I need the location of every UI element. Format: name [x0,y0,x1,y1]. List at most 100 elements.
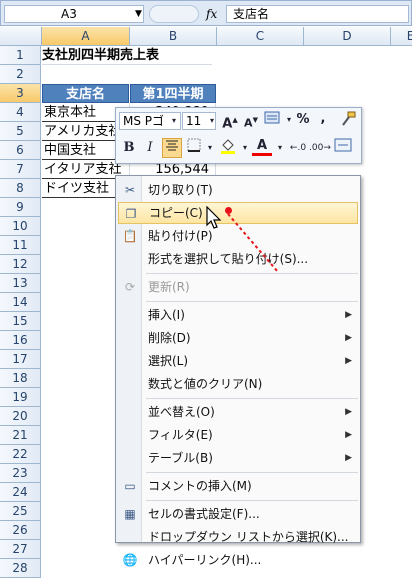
hyperlink-icon: 🌐 [122,553,138,567]
sheet-title-cell[interactable]: 支社別四半期売上表 [42,46,212,65]
submenu-arrow-icon: ▶ [345,430,352,440]
chevron-down-icon[interactable]: ▼ [135,5,145,23]
column-header-c[interactable]: C [217,27,304,46]
bold-icon[interactable]: B [119,138,139,158]
row-header-8[interactable]: 8 [0,179,41,198]
row-header-23[interactable]: 23 [0,464,41,483]
row-header-10[interactable]: 10 [0,217,41,236]
chevron-down-icon[interactable]: ▾ [202,111,222,131]
menu-item-13[interactable]: フィルタ(E) ▶ [118,424,358,446]
row-header-12[interactable]: 12 [0,255,41,274]
row-header-24[interactable]: 24 [0,483,41,502]
row-header-3[interactable]: 3 [0,84,41,103]
select-all-corner[interactable] [0,27,42,46]
menu-separator [146,398,358,399]
refresh-icon: ⟳ [124,280,136,294]
row-header-1[interactable]: 1 [0,46,41,65]
percent-icon[interactable]: % [293,110,313,130]
row-header-5[interactable]: 5 [0,122,41,141]
row-header-14[interactable]: 14 [0,293,41,312]
menu-item-9[interactable]: 選択(L) ▶ [118,350,358,372]
menu-item-20[interactable]: 🌐 ハイパーリンク(H)... [118,549,358,571]
row-header-11[interactable]: 11 [0,236,41,255]
menu-item-label: ドロップダウン リストから選択(K)... [148,530,349,544]
font-size-value: 11 [186,114,202,128]
annotation-arrow [227,213,279,273]
column-header-a[interactable]: A [42,27,130,46]
menu-item-16[interactable]: ▭ コメントの挿入(M) [118,475,358,497]
menu-separator [146,472,358,473]
formula-input[interactable]: 支店名 [226,5,409,23]
menu-item-19[interactable]: ドロップダウン リストから選択(K)... [118,526,358,548]
menu-item-7[interactable]: 挿入(I) ▶ [118,304,358,326]
shrink-font-icon[interactable]: A▼ [241,110,261,130]
row-header-9[interactable]: 9 [0,198,41,217]
row-header-22[interactable]: 22 [0,445,41,464]
comma-icon[interactable]: , [313,109,333,129]
submenu-arrow-icon: ▶ [345,407,352,417]
menu-item-label: 削除(D) [148,331,191,345]
header-cell-branch[interactable]: 支店名 [42,84,129,103]
column-header-b[interactable]: B [130,27,217,46]
menu-item-label: コピー(C) [149,206,203,220]
row-header-20[interactable]: 20 [0,407,41,426]
chevron-down-icon[interactable]: ▾ [270,138,290,158]
menu-item-8[interactable]: 削除(D) ▶ [118,327,358,349]
row-header-2[interactable]: 2 [0,65,41,84]
scissors-icon: ✂ [124,183,136,197]
menu-item-label: 挿入(I) [148,308,185,322]
menu-item-10[interactable]: 数式と値のクリア(N) [118,373,358,395]
font-color-icon[interactable]: A [252,136,272,156]
row-header-21[interactable]: 21 [0,426,41,445]
mini-toolbar: MS Pゴ ▾ 11 ▾ A▲ A▼ ▾ % , B I ▾ ▾ A ▾ ←.0… [115,107,362,164]
menu-item-0[interactable]: ✂ 切り取り(T) [118,179,358,201]
menu-item-5: ⟳ 更新(R) [118,276,358,298]
menu-item-label: 選択(L) [148,354,189,368]
header-cell-q1[interactable]: 第1四半期 [130,84,216,103]
formula-value: 支店名 [233,7,270,21]
row-header-26[interactable]: 26 [0,521,41,540]
row-header-4[interactable]: 4 [0,103,41,122]
merge-center-icon[interactable] [333,138,353,158]
row-header-6[interactable]: 6 [0,141,41,160]
chevron-down-icon[interactable]: ▾ [200,138,220,158]
format-painter-icon[interactable] [338,110,358,130]
row-header-19[interactable]: 19 [0,388,41,407]
chevron-down-icon[interactable]: ▾ [164,111,184,131]
name-box[interactable]: A3 [4,5,144,23]
increase-decimal-icon[interactable]: ←.0 [288,138,308,158]
menu-item-label: 更新(R) [148,280,190,294]
italic-icon[interactable]: I [140,138,160,158]
submenu-arrow-icon: ▶ [345,310,352,320]
row-header-16[interactable]: 16 [0,331,41,350]
menu-item-label: 並べ替え(O) [148,405,215,419]
menu-item-12[interactable]: 並べ替え(O) ▶ [118,401,358,423]
row-header-25[interactable]: 25 [0,502,41,521]
row-header-17[interactable]: 17 [0,350,41,369]
column-header-d[interactable]: D [304,27,391,46]
row-header-18[interactable]: 18 [0,369,41,388]
mouse-pointer-icon [206,206,222,229]
row-header-27[interactable]: 27 [0,540,41,559]
menu-item-18[interactable]: ▦ セルの書式設定(F)... [118,503,358,525]
formula-bar: A3 ▼ fx 支店名 [0,0,412,26]
row-header-28[interactable]: 28 [0,559,41,578]
center-align-icon[interactable] [162,138,182,158]
submenu-arrow-icon: ▶ [345,453,352,463]
row-header-13[interactable]: 13 [0,274,41,293]
menu-item-label: フィルタ(E) [148,428,213,442]
decrease-decimal-icon[interactable]: .00→ [309,138,331,158]
menu-item-14[interactable]: テーブル(B) ▶ [118,447,358,469]
column-header-e[interactable]: E [391,27,412,46]
menu-item-label: 貼り付け(P) [148,229,213,243]
submenu-arrow-icon: ▶ [345,356,352,366]
insert-function-icon[interactable]: fx [206,5,226,23]
paste-icon: 📋 [122,229,138,243]
formula-bar-divider-handle[interactable] [149,5,199,23]
row-header-15[interactable]: 15 [0,312,41,331]
submenu-arrow-icon: ▶ [345,333,352,343]
grow-font-icon[interactable]: A▲ [220,110,240,131]
name-box-value: A3 [61,7,77,21]
row-header-7[interactable]: 7 [0,160,41,179]
format-cells-icon: ▦ [124,507,136,521]
